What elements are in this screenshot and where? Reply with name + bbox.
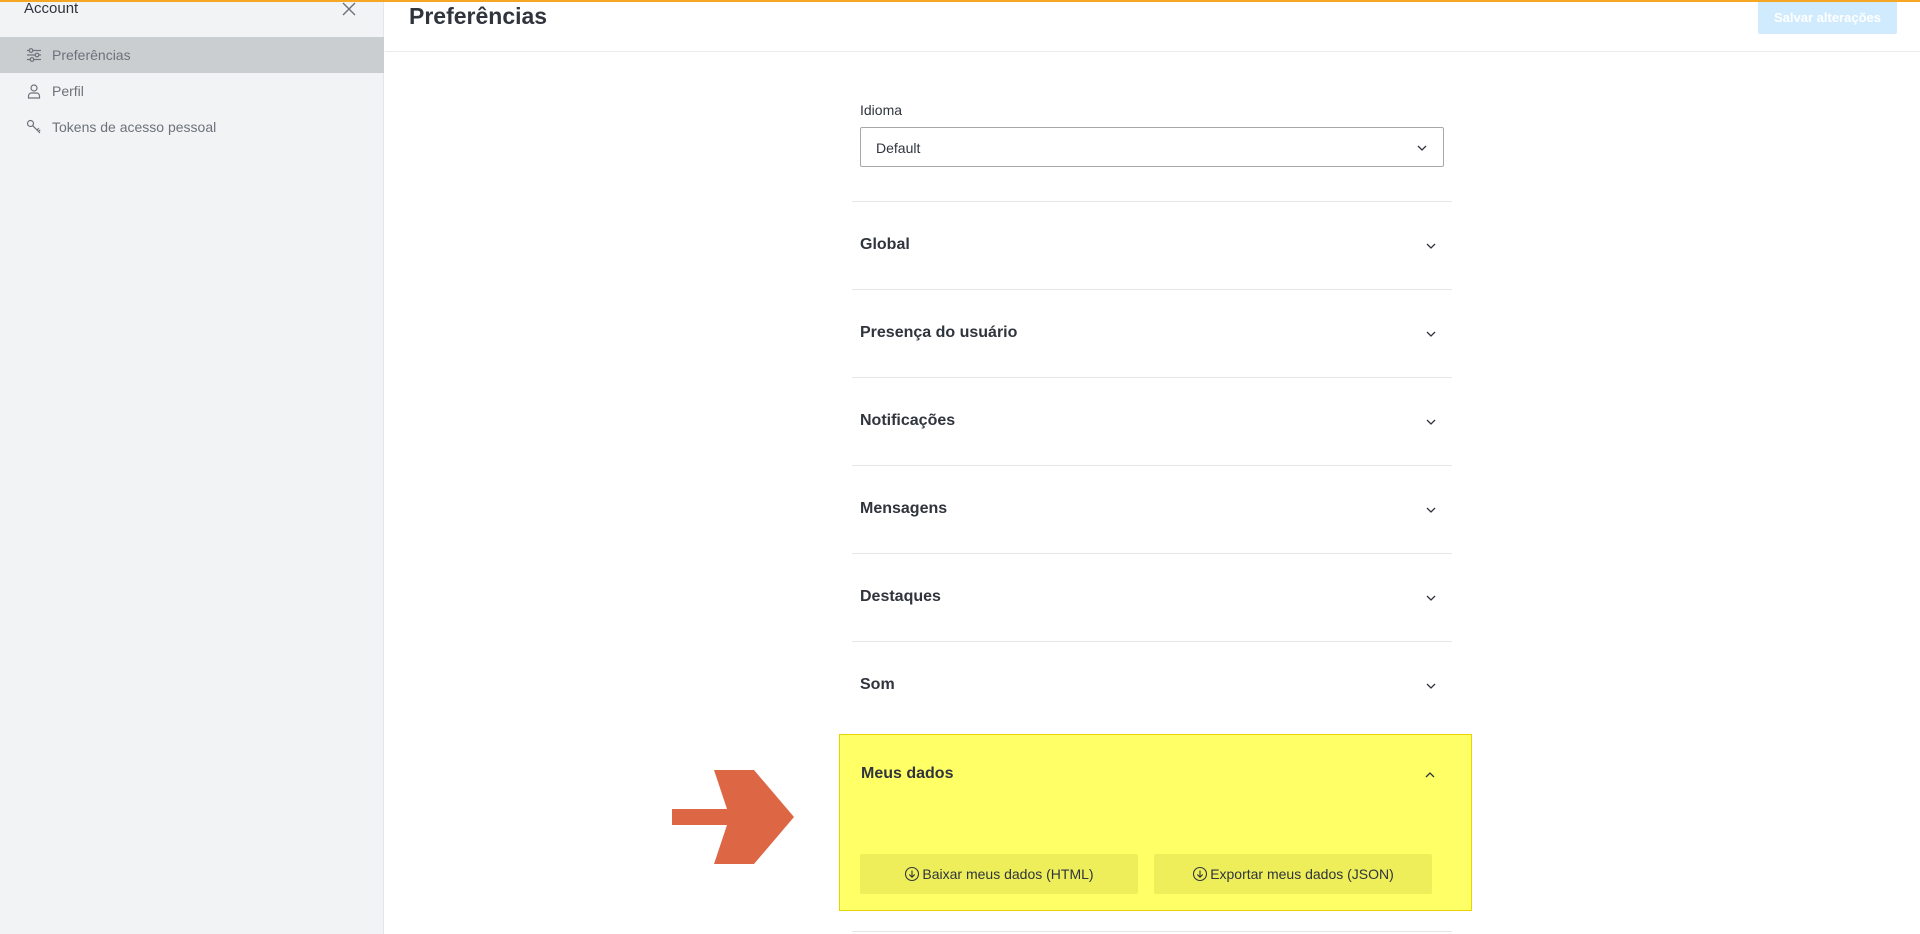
language-label: Idioma	[860, 102, 903, 118]
sidebar-item-preferences[interactable]: Preferências	[0, 37, 384, 73]
section-title: Destaques	[860, 588, 941, 605]
language-select[interactable]: Default	[860, 127, 1444, 167]
section-title: Notificações	[860, 412, 956, 429]
sidebar-item-profile[interactable]: Perfil	[0, 73, 384, 109]
language-select-value: Default	[876, 140, 921, 156]
section-title: Som	[860, 676, 895, 693]
sidebar-title: Account	[24, 0, 79, 17]
page-header: Preferências Salvar alterações	[385, 0, 1920, 52]
chevron-down-icon	[1424, 679, 1438, 693]
save-changes-button[interactable]: Salvar alterações	[1758, 0, 1897, 34]
section-my-data: Meus dados Baixar meus dados (HTML) Expo…	[839, 734, 1472, 911]
section-title: Presença do usuário	[860, 324, 1018, 341]
section-title: Mensagens	[860, 500, 948, 517]
chevron-down-icon	[1424, 503, 1438, 517]
close-icon[interactable]	[340, 0, 358, 18]
chevron-down-icon	[1424, 591, 1438, 605]
annotation-arrow-icon	[672, 770, 794, 864]
section-user-presence[interactable]: Presença do usuário	[852, 289, 1452, 377]
top-accent-line	[0, 0, 1920, 2]
sidebar-item-tokens[interactable]: Tokens de acesso pessoal	[0, 109, 384, 145]
sidebar-item-label: Perfil	[52, 83, 84, 99]
download-data-html-label: Baixar meus dados (HTML)	[922, 866, 1094, 882]
download-data-html-button[interactable]: Baixar meus dados (HTML)	[860, 854, 1138, 894]
section-title[interactable]: Meus dados	[861, 765, 953, 783]
sliders-icon	[26, 47, 42, 63]
chevron-down-icon	[1424, 239, 1438, 253]
section-divider	[852, 931, 1452, 932]
section-sound[interactable]: Som	[852, 641, 1452, 729]
chevron-down-icon	[1424, 415, 1438, 429]
chevron-up-icon[interactable]	[1423, 768, 1437, 782]
section-global[interactable]: Global	[852, 201, 1452, 289]
download-icon	[904, 866, 920, 882]
user-icon	[26, 83, 42, 99]
sidebar-header: Account	[24, 0, 360, 24]
sidebar-item-label: Tokens de acesso pessoal	[52, 119, 217, 135]
sidebar-nav: Preferências Perfil Tokens de acesso pes…	[0, 37, 384, 145]
section-highlights[interactable]: Destaques	[852, 553, 1452, 641]
export-data-json-button[interactable]: Exportar meus dados (JSON)	[1154, 854, 1432, 894]
export-data-json-label: Exportar meus dados (JSON)	[1210, 866, 1394, 882]
key-icon	[26, 119, 42, 135]
chevron-down-icon	[1424, 327, 1438, 341]
section-messages[interactable]: Mensagens	[852, 465, 1452, 553]
download-icon	[1192, 866, 1208, 882]
sidebar: Account Preferências Perfil Tokens de ac…	[0, 0, 384, 934]
sidebar-item-label: Preferências	[52, 47, 131, 63]
section-notifications[interactable]: Notificações	[852, 377, 1452, 465]
chevron-down-icon	[1415, 141, 1429, 155]
section-title: Global	[860, 236, 910, 253]
page-title: Preferências	[409, 3, 548, 29]
